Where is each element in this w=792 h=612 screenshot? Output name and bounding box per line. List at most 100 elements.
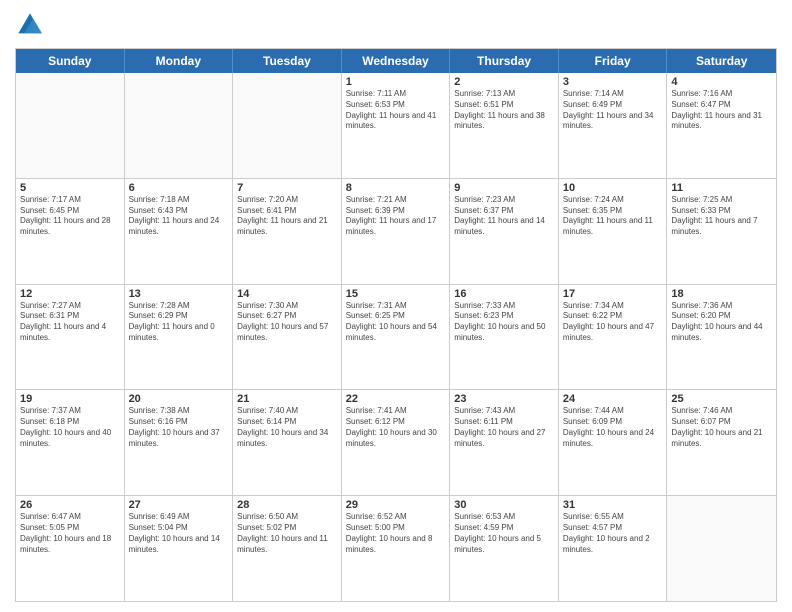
day-number: 11 (671, 182, 772, 194)
table-row: 14Sunrise: 7:30 AM Sunset: 6:27 PM Dayli… (233, 285, 342, 390)
cell-info: Sunrise: 7:13 AM Sunset: 6:51 PM Dayligh… (454, 89, 554, 132)
header-day-friday: Friday (559, 49, 668, 73)
calendar-body: 1Sunrise: 7:11 AM Sunset: 6:53 PM Daylig… (16, 73, 776, 601)
cell-info: Sunrise: 7:24 AM Sunset: 6:35 PM Dayligh… (563, 195, 663, 238)
table-row: 19Sunrise: 7:37 AM Sunset: 6:18 PM Dayli… (16, 390, 125, 495)
day-number: 19 (20, 393, 120, 405)
table-row: 22Sunrise: 7:41 AM Sunset: 6:12 PM Dayli… (342, 390, 451, 495)
header-day-saturday: Saturday (667, 49, 776, 73)
table-row: 26Sunrise: 6:47 AM Sunset: 5:05 PM Dayli… (16, 496, 125, 601)
cell-info: Sunrise: 7:43 AM Sunset: 6:11 PM Dayligh… (454, 406, 554, 449)
header-day-thursday: Thursday (450, 49, 559, 73)
day-number: 3 (563, 76, 663, 88)
cell-info: Sunrise: 7:46 AM Sunset: 6:07 PM Dayligh… (671, 406, 772, 449)
cell-info: Sunrise: 7:11 AM Sunset: 6:53 PM Dayligh… (346, 89, 446, 132)
cell-info: Sunrise: 7:28 AM Sunset: 6:29 PM Dayligh… (129, 301, 229, 344)
cell-info: Sunrise: 7:16 AM Sunset: 6:47 PM Dayligh… (671, 89, 772, 132)
table-row: 29Sunrise: 6:52 AM Sunset: 5:00 PM Dayli… (342, 496, 451, 601)
day-number: 20 (129, 393, 229, 405)
cell-info: Sunrise: 7:30 AM Sunset: 6:27 PM Dayligh… (237, 301, 337, 344)
cell-info: Sunrise: 6:49 AM Sunset: 5:04 PM Dayligh… (129, 512, 229, 555)
table-row: 1Sunrise: 7:11 AM Sunset: 6:53 PM Daylig… (342, 73, 451, 178)
week-row-4: 19Sunrise: 7:37 AM Sunset: 6:18 PM Dayli… (16, 390, 776, 496)
day-number: 8 (346, 182, 446, 194)
table-row: 21Sunrise: 7:40 AM Sunset: 6:14 PM Dayli… (233, 390, 342, 495)
day-number: 23 (454, 393, 554, 405)
cell-info: Sunrise: 7:41 AM Sunset: 6:12 PM Dayligh… (346, 406, 446, 449)
day-number: 28 (237, 499, 337, 511)
day-number: 18 (671, 288, 772, 300)
day-number: 5 (20, 182, 120, 194)
cell-info: Sunrise: 7:40 AM Sunset: 6:14 PM Dayligh… (237, 406, 337, 449)
calendar: SundayMondayTuesdayWednesdayThursdayFrid… (15, 48, 777, 602)
table-row (16, 73, 125, 178)
table-row: 9Sunrise: 7:23 AM Sunset: 6:37 PM Daylig… (450, 179, 559, 284)
cell-info: Sunrise: 7:27 AM Sunset: 6:31 PM Dayligh… (20, 301, 120, 344)
header-day-tuesday: Tuesday (233, 49, 342, 73)
day-number: 14 (237, 288, 337, 300)
cell-info: Sunrise: 7:14 AM Sunset: 6:49 PM Dayligh… (563, 89, 663, 132)
cell-info: Sunrise: 6:50 AM Sunset: 5:02 PM Dayligh… (237, 512, 337, 555)
day-number: 12 (20, 288, 120, 300)
header-day-monday: Monday (125, 49, 234, 73)
cell-info: Sunrise: 7:33 AM Sunset: 6:23 PM Dayligh… (454, 301, 554, 344)
cell-info: Sunrise: 7:31 AM Sunset: 6:25 PM Dayligh… (346, 301, 446, 344)
table-row: 4Sunrise: 7:16 AM Sunset: 6:47 PM Daylig… (667, 73, 776, 178)
table-row: 30Sunrise: 6:53 AM Sunset: 4:59 PM Dayli… (450, 496, 559, 601)
day-number: 10 (563, 182, 663, 194)
table-row: 20Sunrise: 7:38 AM Sunset: 6:16 PM Dayli… (125, 390, 234, 495)
table-row: 17Sunrise: 7:34 AM Sunset: 6:22 PM Dayli… (559, 285, 668, 390)
day-number: 31 (563, 499, 663, 511)
day-number: 17 (563, 288, 663, 300)
table-row: 27Sunrise: 6:49 AM Sunset: 5:04 PM Dayli… (125, 496, 234, 601)
day-number: 24 (563, 393, 663, 405)
table-row: 23Sunrise: 7:43 AM Sunset: 6:11 PM Dayli… (450, 390, 559, 495)
day-number: 30 (454, 499, 554, 511)
day-number: 16 (454, 288, 554, 300)
header-day-sunday: Sunday (16, 49, 125, 73)
cell-info: Sunrise: 6:53 AM Sunset: 4:59 PM Dayligh… (454, 512, 554, 555)
table-row: 10Sunrise: 7:24 AM Sunset: 6:35 PM Dayli… (559, 179, 668, 284)
cell-info: Sunrise: 6:47 AM Sunset: 5:05 PM Dayligh… (20, 512, 120, 555)
week-row-5: 26Sunrise: 6:47 AM Sunset: 5:05 PM Dayli… (16, 496, 776, 601)
day-number: 27 (129, 499, 229, 511)
page: SundayMondayTuesdayWednesdayThursdayFrid… (0, 0, 792, 612)
day-number: 4 (671, 76, 772, 88)
table-row: 15Sunrise: 7:31 AM Sunset: 6:25 PM Dayli… (342, 285, 451, 390)
cell-info: Sunrise: 7:37 AM Sunset: 6:18 PM Dayligh… (20, 406, 120, 449)
cell-info: Sunrise: 7:21 AM Sunset: 6:39 PM Dayligh… (346, 195, 446, 238)
cell-info: Sunrise: 7:23 AM Sunset: 6:37 PM Dayligh… (454, 195, 554, 238)
table-row: 28Sunrise: 6:50 AM Sunset: 5:02 PM Dayli… (233, 496, 342, 601)
day-number: 22 (346, 393, 446, 405)
table-row: 31Sunrise: 6:55 AM Sunset: 4:57 PM Dayli… (559, 496, 668, 601)
table-row: 11Sunrise: 7:25 AM Sunset: 6:33 PM Dayli… (667, 179, 776, 284)
cell-info: Sunrise: 7:38 AM Sunset: 6:16 PM Dayligh… (129, 406, 229, 449)
day-number: 25 (671, 393, 772, 405)
table-row: 6Sunrise: 7:18 AM Sunset: 6:43 PM Daylig… (125, 179, 234, 284)
table-row: 24Sunrise: 7:44 AM Sunset: 6:09 PM Dayli… (559, 390, 668, 495)
table-row (667, 496, 776, 601)
table-row: 16Sunrise: 7:33 AM Sunset: 6:23 PM Dayli… (450, 285, 559, 390)
day-number: 29 (346, 499, 446, 511)
cell-info: Sunrise: 7:18 AM Sunset: 6:43 PM Dayligh… (129, 195, 229, 238)
cell-info: Sunrise: 7:17 AM Sunset: 6:45 PM Dayligh… (20, 195, 120, 238)
cell-info: Sunrise: 7:20 AM Sunset: 6:41 PM Dayligh… (237, 195, 337, 238)
day-number: 6 (129, 182, 229, 194)
cell-info: Sunrise: 7:25 AM Sunset: 6:33 PM Dayligh… (671, 195, 772, 238)
table-row (125, 73, 234, 178)
week-row-3: 12Sunrise: 7:27 AM Sunset: 6:31 PM Dayli… (16, 285, 776, 391)
calendar-header: SundayMondayTuesdayWednesdayThursdayFrid… (16, 49, 776, 73)
logo-icon (15, 10, 45, 40)
cell-info: Sunrise: 6:52 AM Sunset: 5:00 PM Dayligh… (346, 512, 446, 555)
day-number: 13 (129, 288, 229, 300)
table-row: 25Sunrise: 7:46 AM Sunset: 6:07 PM Dayli… (667, 390, 776, 495)
week-row-2: 5Sunrise: 7:17 AM Sunset: 6:45 PM Daylig… (16, 179, 776, 285)
table-row: 18Sunrise: 7:36 AM Sunset: 6:20 PM Dayli… (667, 285, 776, 390)
table-row: 13Sunrise: 7:28 AM Sunset: 6:29 PM Dayli… (125, 285, 234, 390)
day-number: 2 (454, 76, 554, 88)
table-row: 8Sunrise: 7:21 AM Sunset: 6:39 PM Daylig… (342, 179, 451, 284)
day-number: 1 (346, 76, 446, 88)
table-row: 5Sunrise: 7:17 AM Sunset: 6:45 PM Daylig… (16, 179, 125, 284)
table-row (233, 73, 342, 178)
table-row: 2Sunrise: 7:13 AM Sunset: 6:51 PM Daylig… (450, 73, 559, 178)
